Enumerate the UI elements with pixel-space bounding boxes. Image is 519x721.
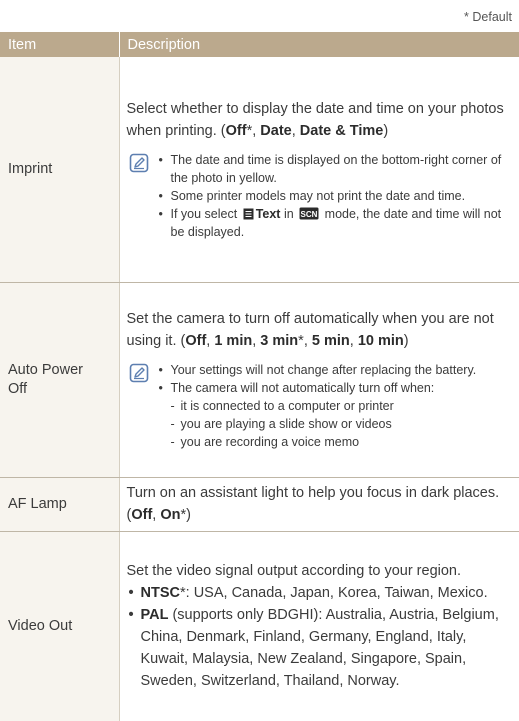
table-row: Imprint Select whether to display the da… [0,57,519,283]
auto-power-off-note: Your settings will not change after repl… [127,361,514,451]
video-out-ntsc: NTSC*: USA, Canada, Japan, Korea, Taiwan… [127,582,514,604]
header-item: Item [0,32,119,57]
auto-power-off-description: Set the camera to turn off automatically… [126,311,494,349]
af-lamp-description: Turn on an assistant light to help you f… [126,485,500,523]
auto-power-off-sub-3: you are recording a voice memo [171,433,477,451]
desc-imprint: Select whether to display the date and t… [119,57,519,283]
imprint-description: Select whether to display the date and t… [126,100,504,139]
default-note: * Default [464,10,512,24]
auto-power-off-sub-2: you are playing a slide show or videos [171,415,477,433]
scene-mode-icon: SCN [299,207,319,220]
video-out-pal: PAL (supports only BDGHI): Australia, Au… [127,604,514,692]
note-pencil-icon [129,363,148,383]
auto-power-off-sub-1: it is connected to a computer or printer [171,397,477,415]
imprint-note-3: If you select Text in SCN [159,205,514,241]
imprint-note-2: Some printer models may not print the da… [159,187,514,205]
header-description: Description [118,32,519,57]
imprint-note-1: The date and time is displayed on the bo… [159,151,514,187]
auto-power-off-note-2: The camera will not automatically turn o… [159,379,477,451]
item-imprint: Imprint [0,57,120,283]
text-menu-icon [243,208,254,220]
table-header-row: Item Description [0,32,519,57]
table-row: AF Lamp Turn on an assistant light to he… [0,477,519,532]
svg-text:SCN: SCN [301,210,318,219]
auto-power-off-note-1: Your settings will not change after repl… [159,361,477,379]
item-af-lamp: AF Lamp [0,477,120,532]
note-pencil-icon [129,153,148,173]
item-auto-power-off: Auto Power Off [0,282,120,478]
desc-auto-power-off: Set the camera to turn off automatically… [119,282,519,478]
video-out-description: Set the video signal output according to… [126,563,462,580]
table-row: Auto Power Off Set the camera to turn of… [0,282,519,478]
desc-af-lamp: Turn on an assistant light to help you f… [119,477,519,532]
imprint-note: The date and time is displayed on the bo… [127,151,514,241]
settings-table: Item Description Imprint Select whether … [0,32,519,721]
